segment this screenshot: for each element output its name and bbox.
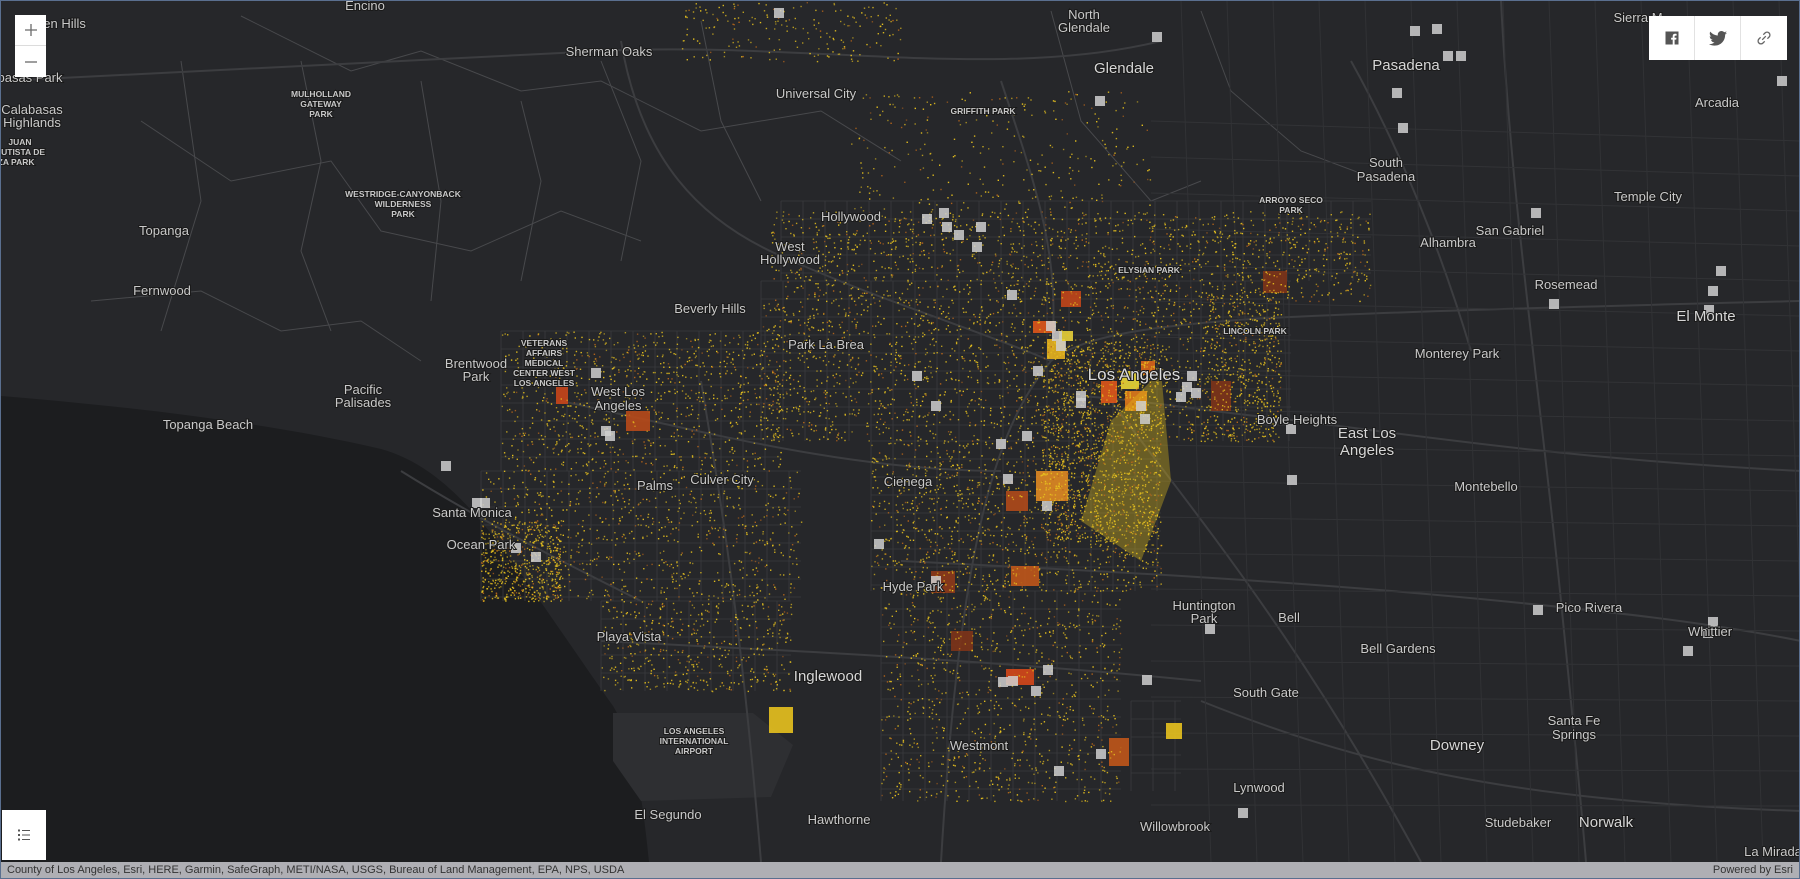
place-label: Universal City [776, 86, 857, 101]
minus-icon [24, 60, 37, 63]
place-label: Pasadena [1372, 57, 1440, 74]
facebook-icon [1665, 31, 1678, 45]
place-label: Encino [345, 1, 385, 13]
place-label: GRIFFITH PARK [950, 106, 1016, 116]
place-label: PARK [391, 209, 415, 219]
place-label: Whittier [1688, 624, 1733, 639]
place-label: AFFAIRS [526, 348, 563, 358]
place-label: Palms [637, 478, 674, 493]
place-label: JUAN [8, 137, 31, 147]
place-label: Angeles [1340, 442, 1394, 459]
powered-by-esri-link[interactable]: Powered by Esri [1713, 864, 1793, 876]
place-label: El Segundo [634, 807, 701, 822]
place-label: Santa Monica [432, 505, 512, 520]
place-label: Temple City [1614, 189, 1682, 204]
place-label: PARK [309, 109, 333, 119]
place-label: Angeles [595, 398, 642, 413]
place-label: Hollywood [760, 252, 820, 267]
zoom-out-button[interactable] [15, 46, 46, 77]
place-label: Los Angeles [1088, 365, 1181, 384]
place-label: ARROYO SECO [1259, 195, 1323, 205]
place-label: WESTRIDGE-CANYONBACK [345, 189, 462, 199]
share-link-button[interactable] [1741, 16, 1787, 60]
ocean [1, 396, 649, 862]
density-hotspots [556, 271, 1287, 766]
place-label: Playa Vista [597, 629, 663, 644]
place-label: AUTISTA DE [1, 147, 45, 157]
attribution-sources: County of Los Angeles, Esri, HERE, Garmi… [7, 864, 625, 876]
place-label: San Gabriel [1476, 223, 1545, 238]
place-label: INTERNATIONAL [660, 736, 729, 746]
list-icon [18, 829, 30, 841]
place-label: South [1369, 155, 1403, 170]
place-label: Glendale [1058, 20, 1110, 35]
place-label: Hawthorne [808, 812, 871, 827]
place-label: WILDERNESS [375, 199, 432, 209]
place-label: Downey [1430, 737, 1485, 754]
place-label: AIRPORT [675, 746, 714, 756]
share-facebook-button[interactable] [1649, 16, 1695, 60]
place-label: Topanga Beach [163, 417, 253, 432]
plus-icon [24, 24, 37, 36]
place-label: Studebaker [1485, 815, 1552, 830]
place-label: Alhambra [1420, 235, 1476, 250]
place-label: Highlands [3, 115, 61, 130]
place-label: NZA PARK [1, 157, 35, 167]
place-label: Arcadia [1695, 95, 1740, 110]
map-frame: Encino den Hills Sherman Oaks North Glendale… [0, 0, 1800, 879]
place-label: Palisades [335, 395, 392, 410]
place-label: Hyde Park [883, 579, 944, 594]
place-label: Monterey Park [1415, 346, 1500, 361]
place-label: West Los [591, 384, 645, 399]
place-label: Park La Brea [788, 337, 865, 352]
place-label: CENTER WEST [513, 368, 576, 378]
place-label: El Monte [1676, 308, 1735, 325]
place-label: PARK [1279, 205, 1303, 215]
place-label: Montebello [1454, 479, 1518, 494]
place-label: Beverly Hills [674, 301, 746, 316]
place-label: South Gate [1233, 685, 1299, 700]
legend-button[interactable] [2, 810, 46, 860]
place-label: Santa Fe [1548, 713, 1601, 728]
place-label: Topanga [139, 223, 190, 238]
place-label: Bell [1278, 610, 1300, 625]
place-label: Boyle Heights [1257, 412, 1338, 427]
attribution-bar: County of Los Angeles, Esri, HERE, Garmi… [1, 862, 1799, 878]
link-icon [1757, 31, 1771, 45]
place-label: Norwalk [1579, 814, 1634, 831]
place-label: LINCOLN PARK [1223, 326, 1287, 336]
zoom-in-button[interactable] [15, 15, 46, 46]
place-label: Culver City [690, 472, 754, 487]
place-label: Willowbrook [1140, 819, 1211, 834]
place-label: Pasadena [1357, 169, 1416, 184]
place-label: Bell Gardens [1360, 641, 1436, 656]
place-label: VETERANS [521, 338, 568, 348]
place-label: Glendale [1094, 60, 1154, 77]
place-label: LOS ANGELES [514, 378, 575, 388]
place-label: ELYSIAN PARK [1118, 265, 1181, 275]
place-label: Cienega [884, 474, 933, 489]
place-label: Westmont [950, 738, 1009, 753]
place-label: Fernwood [133, 283, 191, 298]
place-label: Lynwood [1233, 780, 1285, 795]
place-label: La Mirada [1744, 844, 1799, 859]
place-label: Park [1191, 611, 1218, 626]
share-toolbar [1649, 16, 1787, 60]
place-label: MULHOLLAND [291, 89, 351, 99]
place-label: MEDICAL [525, 358, 564, 368]
place-label: Inglewood [794, 668, 862, 685]
place-label: Hollywood [821, 209, 881, 224]
map-canvas[interactable]: Encinoden HillsSherman OaksNorthGlendale… [1, 1, 1799, 862]
place-label: Pico Rivera [1556, 600, 1623, 615]
place-label: Rosemead [1535, 277, 1598, 292]
place-label: Sherman Oaks [566, 44, 653, 59]
place-label: Springs [1552, 727, 1597, 742]
place-label: Park [463, 369, 490, 384]
twitter-icon [1708, 30, 1727, 46]
share-twitter-button[interactable] [1695, 16, 1741, 60]
place-label: East Los [1338, 425, 1396, 442]
place-label: Ocean Park [447, 537, 516, 552]
place-label: LOS ANGELES [664, 726, 725, 736]
place-label: GATEWAY [300, 99, 342, 109]
